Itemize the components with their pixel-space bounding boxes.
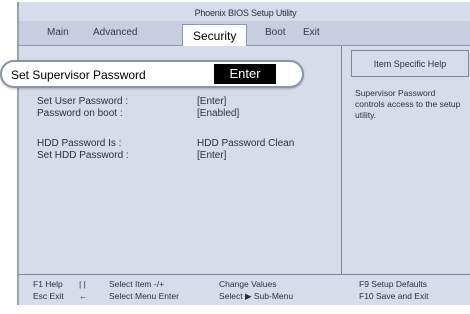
setting-label: Set HDD Password : bbox=[37, 150, 129, 161]
setting-value[interactable]: [Enabled] bbox=[197, 108, 239, 119]
key-help: F1 Help bbox=[33, 279, 63, 289]
key-leftright: ← bbox=[79, 291, 88, 301]
help-header: Item Specific Help bbox=[351, 50, 469, 77]
setting-value[interactable]: [Enter] bbox=[197, 96, 226, 107]
setting-label: Password on boot : bbox=[37, 108, 123, 119]
setting-row-hdd-password-is: HDD Password Is : HDD Password Clean bbox=[37, 138, 294, 149]
key-save-exit: F10 Save and Exit bbox=[359, 291, 429, 301]
setting-label: Set User Password : bbox=[37, 96, 129, 107]
key-setup-defaults: F9 Setup Defaults bbox=[359, 279, 428, 289]
key-updown: | | bbox=[79, 279, 86, 289]
selected-setting-value[interactable]: Enter bbox=[214, 64, 276, 84]
selected-setting-label: Set Supervisor Password bbox=[11, 68, 146, 82]
key-legend: F1 Help | | Select Item -/+ Change Value… bbox=[19, 274, 470, 305]
tab-main[interactable]: Main bbox=[47, 27, 69, 38]
tab-security[interactable]: Security bbox=[182, 24, 248, 46]
window-title: Phoenix BIOS Setup Utility bbox=[194, 8, 297, 18]
key-change-values: Change Values bbox=[219, 279, 277, 289]
key-select-menu: Select Menu Enter bbox=[109, 291, 179, 301]
setting-row-user-password[interactable]: Set User Password : [Enter] bbox=[37, 96, 226, 107]
menu-bar: Main Advanced Security Boot Exit bbox=[19, 21, 470, 46]
tab-advanced[interactable]: Advanced bbox=[93, 27, 137, 38]
help-panel: Item Specific Help Supervisor Password c… bbox=[343, 46, 470, 274]
key-submenu: Select ▶ Sub-Menu bbox=[219, 291, 294, 301]
key-select-item: Select Item -/+ bbox=[109, 279, 165, 289]
setting-row-set-hdd-password[interactable]: Set HDD Password : [Enter] bbox=[37, 150, 226, 161]
selected-setting-callout[interactable]: Set Supervisor Password Enter bbox=[0, 60, 304, 88]
key-exit: Esc Exit bbox=[33, 291, 64, 301]
help-text: Supervisor Password controls access to t… bbox=[355, 88, 461, 120]
setting-label: HDD Password Is : bbox=[37, 138, 122, 149]
setting-value[interactable]: [Enter] bbox=[197, 150, 226, 161]
bios-screen: Phoenix BIOS Setup Utility Main Advanced… bbox=[17, 2, 470, 305]
tab-exit[interactable]: Exit bbox=[303, 27, 320, 38]
tab-boot[interactable]: Boot bbox=[265, 27, 286, 38]
setting-row-password-on-boot[interactable]: Password on boot : [Enabled] bbox=[37, 108, 239, 119]
setting-value: HDD Password Clean bbox=[197, 138, 295, 149]
